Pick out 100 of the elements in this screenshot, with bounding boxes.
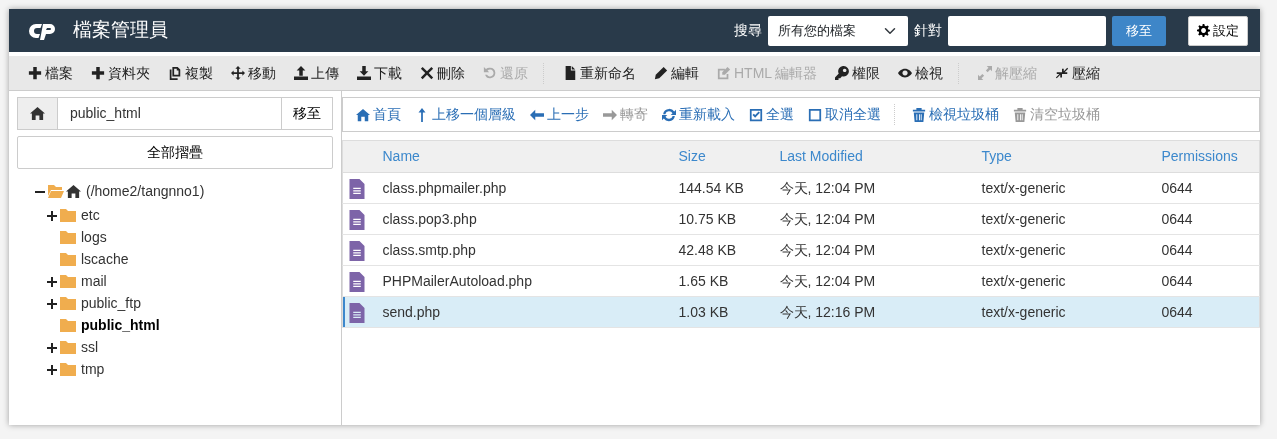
toolbar-button[interactable]: 上傳 bbox=[285, 62, 348, 84]
folder-icon bbox=[60, 229, 76, 245]
compress-icon bbox=[1055, 66, 1070, 80]
right-arrow-icon bbox=[603, 107, 617, 122]
settings-icon bbox=[1197, 24, 1210, 37]
toolbar-button[interactable]: 複製 bbox=[159, 62, 222, 84]
download-icon bbox=[357, 66, 371, 80]
expand-icon[interactable] bbox=[47, 364, 57, 375]
go-button[interactable]: 移至 bbox=[1112, 15, 1166, 46]
toolbar-button[interactable]: 權限 bbox=[826, 62, 890, 84]
table-cell: 今天, 12:04 PM bbox=[779, 241, 876, 258]
expand-icon[interactable] bbox=[47, 210, 57, 221]
folder-name[interactable]: mail bbox=[81, 270, 107, 292]
folder-icon bbox=[60, 361, 76, 377]
folder-name[interactable]: etc bbox=[81, 204, 100, 226]
home-button[interactable] bbox=[17, 97, 58, 130]
folder-name[interactable]: public_html bbox=[81, 314, 160, 336]
search-label: 搜尋 bbox=[734, 21, 762, 40]
expand-icon bbox=[978, 66, 993, 80]
upload-icon bbox=[294, 66, 308, 80]
table-cell: 1.65 KB bbox=[678, 272, 729, 289]
trash-icon bbox=[912, 107, 926, 122]
table-cell: text/x-generic bbox=[981, 179, 1066, 196]
close-icon bbox=[420, 66, 434, 80]
refresh-icon bbox=[662, 107, 676, 122]
nav-button[interactable]: 全選 bbox=[742, 104, 801, 125]
table-cell: PHPMailerAutoload.php bbox=[382, 272, 532, 289]
copy-icon bbox=[168, 66, 182, 80]
folder-icon bbox=[60, 251, 76, 267]
path-field[interactable]: public_html bbox=[58, 97, 281, 130]
home-icon bbox=[356, 107, 370, 122]
folder-name[interactable]: logs bbox=[81, 226, 107, 248]
toolbar-button[interactable]: 下載 bbox=[348, 62, 411, 84]
move-icon bbox=[231, 66, 245, 80]
go-button[interactable]: 移至 bbox=[281, 97, 333, 130]
nav-button[interactable]: 上一步 bbox=[523, 104, 596, 125]
folder-icon bbox=[60, 207, 76, 223]
nav-button[interactable]: 檢視垃圾桶 bbox=[905, 104, 1006, 125]
toolbar-button[interactable]: 檔案 bbox=[19, 62, 82, 84]
file-icon bbox=[563, 66, 577, 80]
undo-icon bbox=[483, 66, 497, 80]
collapse-all-button[interactable]: 全部摺疊 bbox=[17, 136, 333, 169]
table-cell: send.php bbox=[382, 303, 441, 320]
file-icon bbox=[347, 178, 367, 199]
table-cell: text/x-generic bbox=[981, 303, 1066, 320]
plus-icon bbox=[28, 66, 42, 80]
toolbar-button[interactable]: 資料夾 bbox=[82, 62, 159, 84]
table-cell: text/x-generic bbox=[981, 272, 1066, 289]
expand-icon[interactable] bbox=[47, 298, 57, 309]
toolbar-button[interactable]: 重新命名 bbox=[554, 62, 645, 84]
table-cell: 10.75 KB bbox=[678, 210, 737, 227]
folder-name[interactable]: (/home2/tangnno1) bbox=[86, 180, 205, 202]
expand-icon[interactable] bbox=[47, 276, 57, 287]
table-cell: 0644 bbox=[1161, 272, 1193, 289]
folder-name[interactable]: public_ftp bbox=[81, 292, 141, 314]
search-field[interactable] bbox=[948, 15, 1106, 46]
file-icon bbox=[347, 271, 367, 292]
nav-button[interactable]: 取消全選 bbox=[801, 104, 888, 125]
eye-icon bbox=[898, 66, 913, 80]
checked-box-icon bbox=[749, 107, 763, 122]
nav-button[interactable]: 首頁 bbox=[349, 104, 408, 125]
edit-icon bbox=[717, 66, 731, 80]
table-cell: 0644 bbox=[1161, 303, 1193, 320]
table-cell: class.phpmailer.php bbox=[382, 179, 507, 196]
toolbar-button[interactable]: 檢視 bbox=[889, 62, 953, 84]
table-cell: text/x-generic bbox=[981, 210, 1066, 227]
toolbar-button[interactable]: 編輯 bbox=[645, 62, 708, 84]
file-icon bbox=[347, 302, 367, 323]
toolbar-button[interactable]: 刪除 bbox=[411, 62, 474, 84]
table-cell: 0644 bbox=[1161, 210, 1193, 227]
open-folder-icon bbox=[48, 183, 64, 199]
table-cell: 今天, 12:04 PM bbox=[779, 179, 876, 196]
settings-button[interactable]: 設定 bbox=[1188, 15, 1248, 46]
app-title: 檔案管理員 bbox=[73, 18, 168, 43]
folder-name[interactable]: ssl bbox=[81, 336, 99, 358]
table-cell: 144.54 KB bbox=[678, 179, 744, 196]
folder-name[interactable]: tmp bbox=[81, 358, 105, 380]
expand-icon[interactable] bbox=[47, 342, 57, 353]
trash-icon bbox=[1013, 107, 1027, 122]
table-cell: 0644 bbox=[1161, 241, 1193, 258]
table-cell: class.smtp.php bbox=[382, 241, 476, 258]
folder-icon bbox=[60, 295, 76, 311]
nav-button[interactable]: 上移一個層級 bbox=[408, 104, 523, 125]
folder-name[interactable]: lscache bbox=[81, 248, 129, 270]
for-label: 針對 bbox=[914, 21, 942, 40]
folder-icon bbox=[60, 317, 76, 333]
home-icon bbox=[30, 106, 45, 121]
nav-button[interactable]: 重新載入 bbox=[655, 104, 742, 125]
empty-box-icon bbox=[808, 107, 822, 122]
folder-icon bbox=[60, 339, 76, 355]
file-icon bbox=[347, 240, 367, 261]
toolbar-button[interactable]: 移動 bbox=[222, 62, 285, 84]
pencil-icon bbox=[654, 66, 668, 80]
table-cell: 1.03 KB bbox=[678, 303, 729, 320]
table-cell: 42.48 KB bbox=[678, 241, 737, 258]
table-cell: 0644 bbox=[1161, 179, 1193, 196]
toolbar-button[interactable]: 壓縮 bbox=[1046, 62, 1110, 84]
scope-dropdown[interactable]: 所有您的檔案 bbox=[768, 15, 908, 46]
table-cell: class.pop3.php bbox=[382, 210, 477, 227]
table-cell: 今天, 12:04 PM bbox=[779, 272, 876, 289]
